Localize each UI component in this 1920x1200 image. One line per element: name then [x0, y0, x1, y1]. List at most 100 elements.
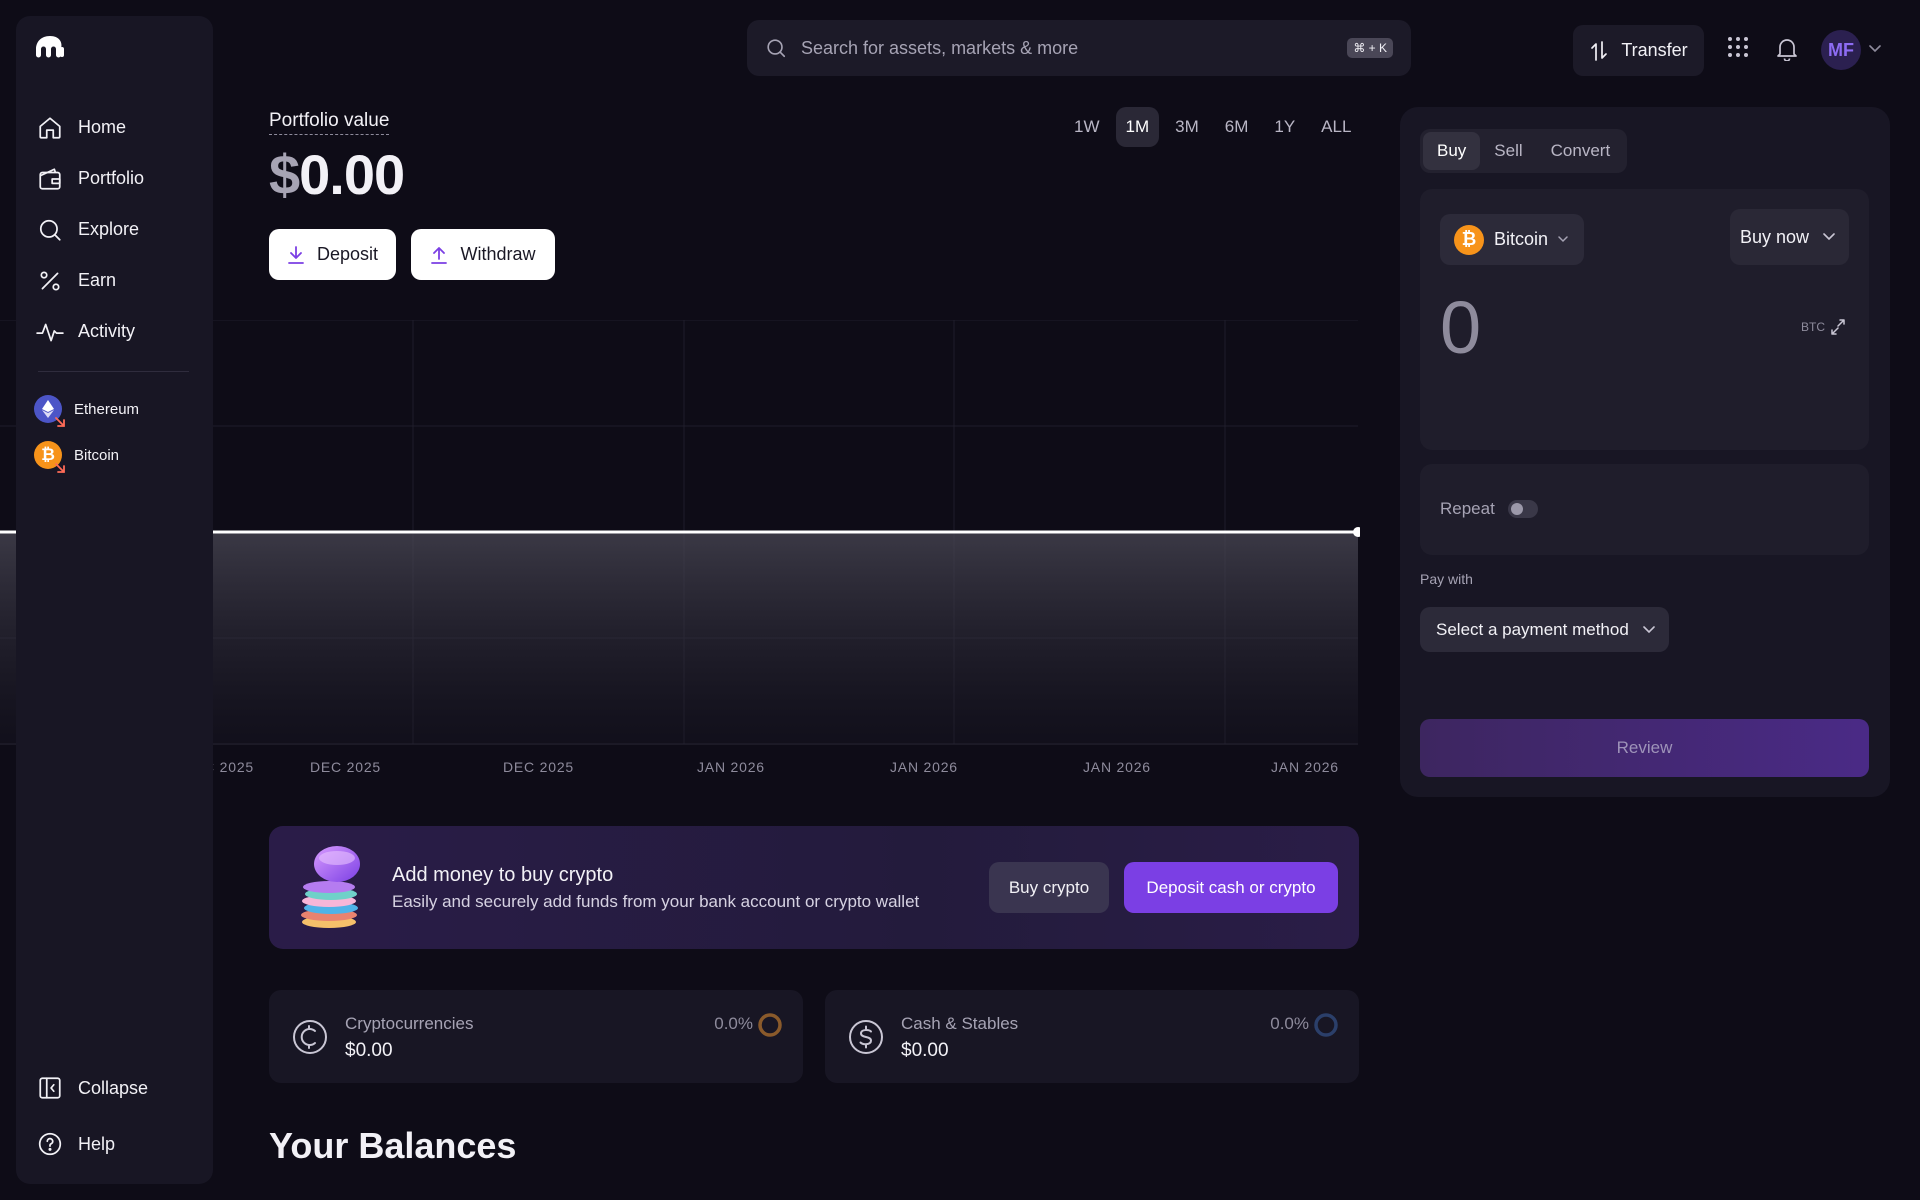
chevron-down-icon: [1642, 625, 1655, 634]
tab-buy[interactable]: Buy: [1423, 132, 1481, 170]
range-6m[interactable]: 6M: [1215, 107, 1259, 147]
search-bar[interactable]: Search for assets, markets & more ⌘ + K: [747, 20, 1411, 76]
trade-panel: Buy Sell Convert ₿ Bitcoin Buy now 0 BTC: [1400, 107, 1890, 797]
allocation-card-cash[interactable]: Cash & Stables $0.00 0.0%: [825, 990, 1359, 1083]
range-1y[interactable]: 1Y: [1264, 107, 1305, 147]
transfer-button[interactable]: Transfer: [1573, 25, 1704, 76]
tab-sell[interactable]: Sell: [1480, 132, 1536, 170]
asset-selector[interactable]: ₿ Bitcoin: [1440, 214, 1585, 265]
allocation-card-crypto[interactable]: Cryptocurrencies $0.00 0.0%: [269, 990, 803, 1083]
sidebar-item-label: Earn: [78, 270, 117, 290]
search-placeholder: Search for assets, markets & more: [801, 37, 1079, 58]
withdraw-label: Withdraw: [460, 244, 536, 264]
tab-convert[interactable]: Convert: [1537, 132, 1625, 170]
trade-tabs: Buy Sell Convert: [1420, 129, 1628, 173]
percent-icon: [36, 267, 64, 295]
range-1w[interactable]: 1W: [1064, 107, 1110, 147]
sidebar-item-label: Home: [78, 117, 127, 137]
avatar[interactable]: MF: [1821, 30, 1861, 70]
range-all[interactable]: ALL: [1311, 107, 1361, 147]
promo-subtitle: Easily and securely add funds from your …: [392, 892, 920, 911]
apps-grid-icon[interactable]: [1727, 36, 1749, 58]
arrow-down-right-icon: [54, 416, 66, 428]
withdraw-button[interactable]: Withdraw: [411, 229, 555, 280]
coin-stack-illustration: [297, 844, 365, 930]
portfolio-amount: 0.00: [299, 143, 405, 206]
bitcoin-icon: ₿: [1454, 224, 1484, 255]
chart-x-tick-label: JAN 2026: [1083, 759, 1151, 775]
sidebar-divider: [38, 371, 189, 372]
repeat-toggle[interactable]: [1508, 500, 1538, 518]
chart-x-tick-label: DEC 2025: [503, 759, 574, 775]
deposit-cash-or-crypto-button[interactable]: Deposit cash or crypto: [1124, 862, 1338, 913]
sidebar: Home Portfolio Explore Earn Activity Eth…: [16, 16, 213, 1184]
order-type-label: Buy now: [1739, 226, 1809, 247]
range-3m[interactable]: 3M: [1165, 107, 1209, 147]
allocation-ring: [757, 1012, 783, 1038]
sidebar-item-label: Activity: [78, 321, 136, 341]
sidebar-bottom: Collapse Help: [16, 1060, 213, 1172]
upload-icon: [430, 245, 448, 265]
payment-method-dropdown[interactable]: Select a payment method: [1420, 607, 1669, 652]
portfolio-value-label[interactable]: Portfolio value: [269, 110, 390, 135]
allocation-name: Cash & Stables: [901, 1014, 1019, 1033]
chevron-down-icon: [1823, 233, 1835, 241]
amount-input[interactable]: 0: [1440, 285, 1481, 370]
sidebar-item-portfolio[interactable]: Portfolio: [16, 153, 213, 204]
sidebar-item-label: Explore: [78, 219, 140, 239]
range-1m[interactable]: 1M: [1115, 107, 1160, 147]
your-balances-heading: Your Balances: [269, 1125, 517, 1166]
sidebar-item-home[interactable]: Home: [16, 102, 213, 153]
activity-icon: [36, 318, 64, 346]
chart-x-tick-label: JAN 2026: [890, 759, 958, 775]
allocation-ring: [1313, 1012, 1339, 1038]
ethereum-icon: [34, 395, 65, 427]
bell-icon[interactable]: [1776, 37, 1798, 61]
transfer-label: Transfer: [1621, 40, 1688, 60]
buy-crypto-button[interactable]: Buy crypto: [989, 862, 1109, 913]
sidebar-item-activity[interactable]: Activity: [16, 306, 213, 357]
pay-with-label: Pay with: [1420, 571, 1473, 587]
chart-x-tick-label: JAN 2026: [1271, 759, 1339, 775]
sidebar-asset-ethereum[interactable]: Ethereum: [16, 386, 213, 432]
sidebar-item-earn[interactable]: Earn: [16, 255, 213, 306]
buy-amount-box: ₿ Bitcoin Buy now 0 BTC: [1420, 189, 1869, 450]
unit-toggle[interactable]: BTC: [1801, 319, 1845, 335]
help-label: Help: [78, 1133, 116, 1154]
allocation-name: Cryptocurrencies: [345, 1014, 474, 1033]
allocation-percent: 0.0%: [1270, 1014, 1309, 1033]
arrow-down-right-icon: [54, 462, 66, 474]
collapse-label: Collapse: [78, 1077, 149, 1098]
search-icon: [36, 216, 64, 244]
chart-x-tick-label: JAN 2026: [697, 759, 765, 775]
collapse-button[interactable]: Collapse: [16, 1060, 213, 1116]
wallet-icon: [36, 165, 64, 193]
sidebar-item-label: Portfolio: [78, 168, 145, 188]
chevron-down-icon[interactable]: [1869, 45, 1881, 53]
deposit-button[interactable]: Deposit: [269, 229, 396, 280]
asset-selector-label: Bitcoin: [1494, 229, 1549, 249]
bitcoin-icon: ₿: [34, 441, 65, 473]
sidebar-asset-bitcoin[interactable]: ₿ Bitcoin: [16, 432, 213, 478]
allocation-value: $0.00: [901, 1040, 949, 1061]
repeat-box: Repeat: [1420, 464, 1869, 555]
download-icon: [287, 245, 305, 265]
allocation-percent: 0.0%: [714, 1014, 753, 1033]
deposit-label: Deposit: [316, 244, 379, 264]
time-range-selector: 1W 1M 3M 6M 1Y ALL: [1064, 107, 1361, 147]
add-money-banner: Add money to buy crypto Easily and secur…: [269, 826, 1359, 949]
sidebar-nav: Home Portfolio Explore Earn Activity Eth…: [16, 102, 213, 478]
help-button[interactable]: Help: [16, 1116, 213, 1172]
sidebar-item-explore[interactable]: Explore: [16, 204, 213, 255]
repeat-label: Repeat: [1440, 499, 1495, 518]
swap-arrows-icon: [1831, 319, 1845, 335]
crypto-coin-icon: [291, 1018, 329, 1056]
order-type-dropdown[interactable]: Buy now: [1729, 209, 1849, 265]
search-shortcut-badge: ⌘ + K: [1347, 38, 1393, 58]
review-button[interactable]: Review: [1420, 719, 1869, 777]
help-icon: [36, 1130, 64, 1158]
kraken-logo[interactable]: [34, 34, 66, 60]
home-icon: [36, 114, 64, 142]
chevron-down-icon: [1558, 236, 1568, 243]
portfolio-value: $0.00: [269, 142, 405, 207]
